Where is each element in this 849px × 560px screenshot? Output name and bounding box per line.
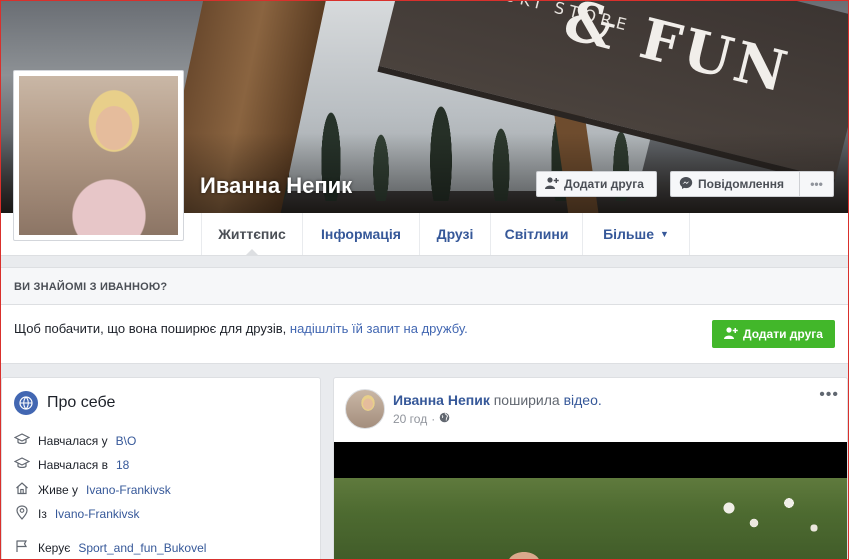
post-options-button[interactable]: ••• (819, 386, 839, 404)
about-row-text: Керує (38, 540, 71, 555)
page-link[interactable]: Sport_and_fun_Bukovel (78, 541, 206, 555)
post-video[interactable] (334, 442, 847, 559)
about-row-education-1: Навчалася у В\О (13, 433, 137, 448)
friend-request-text: Щоб побачити, що вона поширює для друзів… (14, 321, 287, 336)
about-row-from: Із Ivano-Frankivsk (14, 505, 140, 523)
about-title: Про себе (14, 391, 115, 415)
about-row-lives-in: Живе у Ivano-Frankivsk (14, 481, 171, 498)
caret-down-icon: ▼ (660, 229, 669, 239)
tab-more[interactable]: Більше ▼ (582, 213, 690, 255)
about-row-text: Навчалася в (38, 457, 108, 472)
globe-icon (14, 391, 38, 415)
graduation-cap-icon (13, 457, 31, 472)
post-object-link[interactable]: відео. (564, 392, 602, 408)
add-friend-green-label: Додати друга (743, 327, 823, 341)
post-author-link[interactable]: Иванна Непик (393, 392, 490, 408)
add-friend-icon (545, 176, 559, 192)
about-row-manages: Керує Sport_and_fun_Bukovel (14, 539, 206, 556)
tab-photos[interactable]: Світлини (490, 213, 582, 255)
message-label: Повідомлення (698, 177, 784, 191)
video-frame (334, 478, 847, 559)
tab-friends[interactable]: Друзі (419, 213, 490, 255)
tab-timeline-label: Життєпис (218, 226, 286, 242)
tab-about[interactable]: Інформація (302, 213, 419, 255)
about-row-education-2: Навчалася в 18 (13, 457, 129, 472)
post-action-text: поширила (493, 392, 560, 408)
post-meta: 20 год · (393, 412, 450, 426)
about-row-text: Навчалася у (38, 433, 108, 448)
tab-photos-label: Світлини (504, 226, 569, 242)
friend-request-message: Щоб побачити, що вона поширює для друзів… (14, 321, 468, 336)
friend-request-heading: ВИ ЗНАЙОМІ З ИВАННОЮ? (1, 268, 848, 305)
tab-more-label: Більше (603, 226, 654, 242)
post-meta-separator: · (431, 412, 436, 426)
map-pin-icon (14, 505, 30, 523)
post-avatar[interactable] (345, 389, 385, 429)
about-title-text: Про себе (47, 394, 116, 411)
post-timestamp[interactable]: 20 год (393, 412, 427, 426)
about-row-text: Живе у (38, 482, 79, 497)
more-dots-icon: ••• (810, 177, 823, 191)
tab-timeline[interactable]: Життєпис (201, 213, 302, 256)
about-panel: Про себе Навчалася у В\О Навчалася в 18 … (1, 377, 321, 560)
school-link[interactable]: 18 (116, 458, 129, 472)
tab-friends-label: Друзі (436, 226, 474, 242)
profile-photo (19, 76, 178, 235)
more-options-button[interactable]: ••• (799, 171, 834, 197)
public-globe-icon (439, 412, 450, 426)
profile-name[interactable]: Иванна Непик (200, 173, 352, 199)
add-friend-label: Додати друга (564, 177, 644, 191)
tab-about-label: Інформація (321, 226, 401, 242)
message-button[interactable]: Повідомлення (670, 171, 800, 197)
send-request-link[interactable]: надішліть їй запит на дружбу. (290, 321, 468, 336)
friend-request-panel: ВИ ЗНАЙОМІ З ИВАННОЮ? Щоб побачити, що в… (1, 267, 848, 364)
hometown-link[interactable]: Ivano-Frankivsk (55, 507, 140, 521)
graduation-cap-icon (13, 433, 31, 448)
post-header: Иванна Непик поширила відео. (393, 392, 602, 408)
add-friend-green-button[interactable]: Додати друга (712, 320, 835, 348)
city-link[interactable]: Ivano-Frankivsk (86, 483, 171, 497)
about-row-text: Із (38, 507, 47, 521)
school-link[interactable]: В\О (116, 434, 137, 448)
sign-title: & FUN (557, 1, 797, 107)
add-friend-button[interactable]: Додати друга (536, 171, 657, 197)
home-icon (14, 481, 30, 498)
add-friend-icon (724, 326, 738, 342)
messenger-icon (679, 176, 693, 193)
profile-picture[interactable] (13, 70, 184, 241)
timeline-post: Иванна Непик поширила відео. 20 год · ••… (333, 377, 848, 560)
flag-icon (14, 539, 30, 556)
